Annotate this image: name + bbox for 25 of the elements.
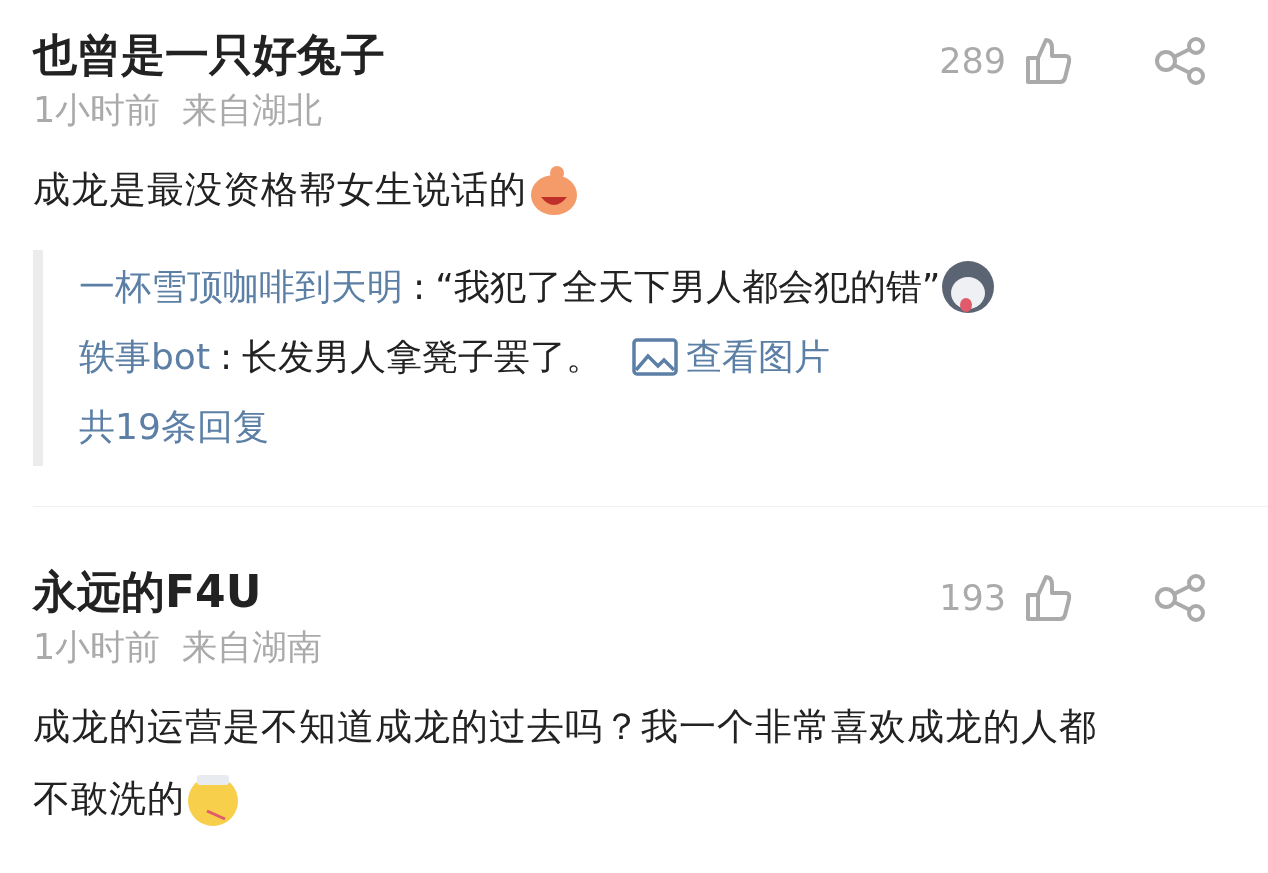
reply-author[interactable]: 一杯雪顶咖啡到天明	[79, 252, 403, 322]
share-icon[interactable]	[1154, 573, 1208, 623]
like-count: 193	[939, 578, 1006, 618]
reply-text: “我犯了全天下男人都会犯的错”	[435, 265, 941, 309]
thumbs-up-icon[interactable]	[1024, 36, 1072, 86]
image-icon	[632, 338, 679, 376]
sticker-icon	[940, 259, 997, 315]
reply-text: 长发男人拿凳子罢了。	[242, 335, 603, 379]
username[interactable]: 永远的F4U	[33, 563, 323, 621]
comment-text: 成龙的运营是不知道成龙的过去吗？我一个非常喜欢成龙的人都	[33, 704, 1097, 750]
location-text: 来自湖南	[182, 626, 323, 669]
username[interactable]: 也曾是一只好兔子	[33, 26, 385, 84]
thumbs-up-icon[interactable]	[1024, 573, 1072, 623]
reply-count-link[interactable]: 共19条回复	[79, 392, 1268, 462]
reply-author[interactable]: 轶事bot	[79, 322, 210, 392]
view-image-link[interactable]: 查看图片	[632, 322, 831, 392]
share-icon[interactable]	[1154, 36, 1208, 86]
post-time: 1小时前	[33, 626, 161, 669]
comment-text: 不敢洗的	[33, 776, 185, 822]
comment-text: 成龙是最没资格帮女生说话的	[33, 167, 527, 213]
location-text: 来自湖北	[182, 89, 323, 132]
like-count: 289	[939, 41, 1006, 81]
post-time: 1小时前	[33, 89, 161, 132]
reply-colon: :	[413, 265, 426, 309]
reply-colon: :	[220, 335, 233, 379]
